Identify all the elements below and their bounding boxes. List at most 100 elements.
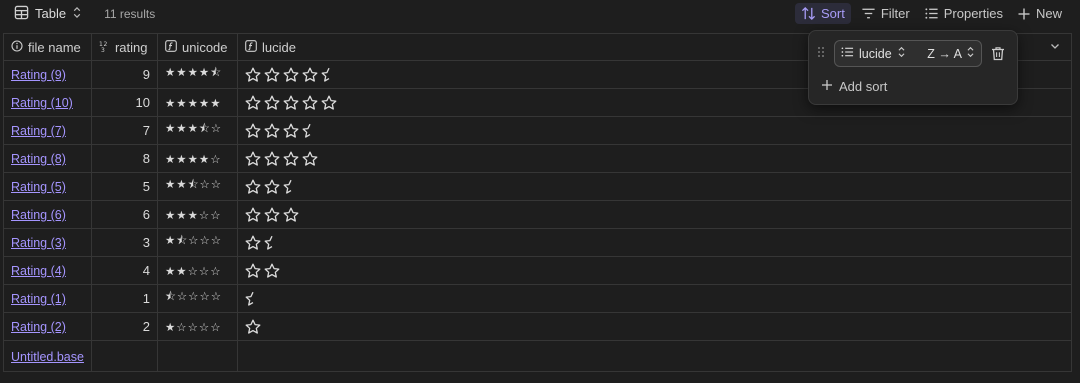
star-icon — [264, 67, 280, 82]
cell-rating: 10 — [90, 88, 158, 117]
table-row: Rating (2) 2 ★☆☆☆☆ — [3, 312, 1072, 341]
lucide-stars — [245, 207, 1064, 223]
cell-file-name: Rating (7) — [3, 116, 92, 145]
lucide-stars — [245, 123, 1064, 139]
filter-label: Filter — [880, 6, 910, 21]
file-link[interactable]: Rating (6) — [11, 208, 66, 222]
formula-icon — [245, 39, 257, 55]
star-icon — [283, 95, 299, 110]
cell-rating: 8 — [90, 144, 158, 173]
star-icon — [245, 207, 261, 222]
filter-button[interactable]: Filter — [855, 3, 916, 24]
star-icon — [264, 123, 280, 138]
cell-file-name: Rating (9) — [3, 60, 92, 89]
star-icon — [283, 207, 299, 222]
plus-icon — [1017, 7, 1031, 21]
lucide-stars — [245, 319, 1064, 335]
cell-unicode: ★⯪☆☆☆ — [156, 228, 238, 257]
cell-lucide — [236, 200, 1072, 229]
cell-lucide — [236, 312, 1072, 341]
footer-file-link[interactable]: Untitled.base — [11, 350, 84, 364]
plus-icon — [821, 79, 833, 94]
cell-lucide — [236, 256, 1072, 285]
updown-chevron-icon — [897, 46, 906, 61]
star-half-icon — [245, 291, 254, 306]
star-icon — [283, 123, 299, 138]
cell-lucide — [236, 172, 1072, 201]
cell-file-name: Rating (3) — [3, 228, 92, 257]
file-link[interactable]: Rating (2) — [11, 320, 66, 334]
cell-lucide — [236, 144, 1072, 173]
file-link[interactable]: Rating (1) — [11, 292, 66, 306]
column-header-rating[interactable]: 123 rating — [90, 33, 158, 61]
cell-rating: 4 — [90, 256, 158, 285]
sort-label: Sort — [821, 6, 845, 21]
file-link[interactable]: Rating (7) — [11, 124, 66, 138]
cell-unicode: ★★★☆☆ — [156, 200, 238, 229]
star-icon — [245, 95, 261, 110]
cell-rating: 5 — [90, 172, 158, 201]
add-sort-label: Add sort — [839, 79, 888, 94]
lucide-stars — [245, 151, 1064, 167]
file-link[interactable]: Rating (10) — [11, 96, 73, 110]
file-link[interactable]: Rating (3) — [11, 236, 66, 250]
table-row: Rating (3) 3 ★⯪☆☆☆ — [3, 228, 1072, 257]
cell-unicode: ★☆☆☆☆ — [156, 312, 238, 341]
properties-button[interactable]: Properties — [918, 3, 1009, 24]
star-icon — [264, 95, 280, 110]
chevron-down-icon[interactable] — [1049, 40, 1061, 55]
results-count: 11 results — [104, 6, 156, 21]
trash-icon[interactable] — [991, 46, 1005, 61]
star-icon — [245, 67, 261, 82]
lucide-stars — [245, 263, 1064, 279]
table-row: Rating (7) 7 ★★★⯪☆ — [3, 116, 1072, 145]
sort-button[interactable]: Sort — [795, 3, 851, 24]
cell-unicode: ★★★★⯪ — [156, 60, 238, 89]
sort-popover: lucide Z → A Add sort — [808, 30, 1018, 105]
cell-file-name: Rating (10) — [3, 88, 92, 117]
view-switcher[interactable]: Table — [14, 5, 82, 23]
cell-file-name: Rating (6) — [3, 200, 92, 229]
cell-file-name: Rating (5) — [3, 172, 92, 201]
view-name: Table — [35, 6, 67, 21]
footer-cell — [156, 340, 238, 372]
star-icon — [264, 207, 280, 222]
cell-rating: 1 — [90, 284, 158, 313]
sort-direction-select[interactable]: Z → A — [927, 46, 975, 61]
column-header-file-name[interactable]: file name — [3, 33, 92, 61]
list-icon — [841, 46, 854, 61]
column-header-label: rating — [114, 39, 148, 55]
table-row: Rating (5) 5 ★★⯪☆☆ — [3, 172, 1072, 201]
star-icon — [264, 263, 280, 278]
star-icon — [245, 179, 261, 194]
file-link[interactable]: Rating (9) — [11, 68, 66, 82]
file-link[interactable]: Rating (4) — [11, 264, 66, 278]
cell-lucide — [236, 284, 1072, 313]
cell-unicode: ⯪☆☆☆☆ — [156, 284, 238, 313]
cell-unicode: ★★★★★ — [156, 88, 238, 117]
filter-icon — [861, 6, 876, 21]
star-icon — [302, 95, 318, 110]
sort-icon — [801, 6, 816, 21]
cell-unicode: ★★★★☆ — [156, 144, 238, 173]
column-header-unicode[interactable]: unicode — [156, 33, 238, 61]
cell-rating: 9 — [90, 60, 158, 89]
properties-icon — [924, 6, 939, 21]
star-icon — [283, 151, 299, 166]
sort-field-label: lucide — [859, 46, 892, 61]
sort-direction-label: Z → A — [927, 46, 962, 61]
cell-rating: 7 — [90, 116, 158, 145]
new-label: New — [1035, 6, 1062, 21]
add-sort-button[interactable]: Add sort — [821, 79, 887, 94]
column-header-label: file name — [28, 39, 81, 55]
updown-chevron-icon — [72, 6, 82, 22]
file-link[interactable]: Rating (8) — [11, 152, 66, 166]
star-icon — [302, 151, 318, 166]
footer-file-cell: Untitled.base — [3, 340, 92, 372]
star-half-icon — [321, 67, 330, 82]
grip-icon[interactable] — [817, 46, 831, 61]
file-link[interactable]: Rating (5) — [11, 180, 66, 194]
sort-field-select[interactable]: lucide — [841, 46, 906, 61]
new-button[interactable]: New — [1011, 3, 1068, 24]
svg-text:3: 3 — [101, 47, 105, 52]
